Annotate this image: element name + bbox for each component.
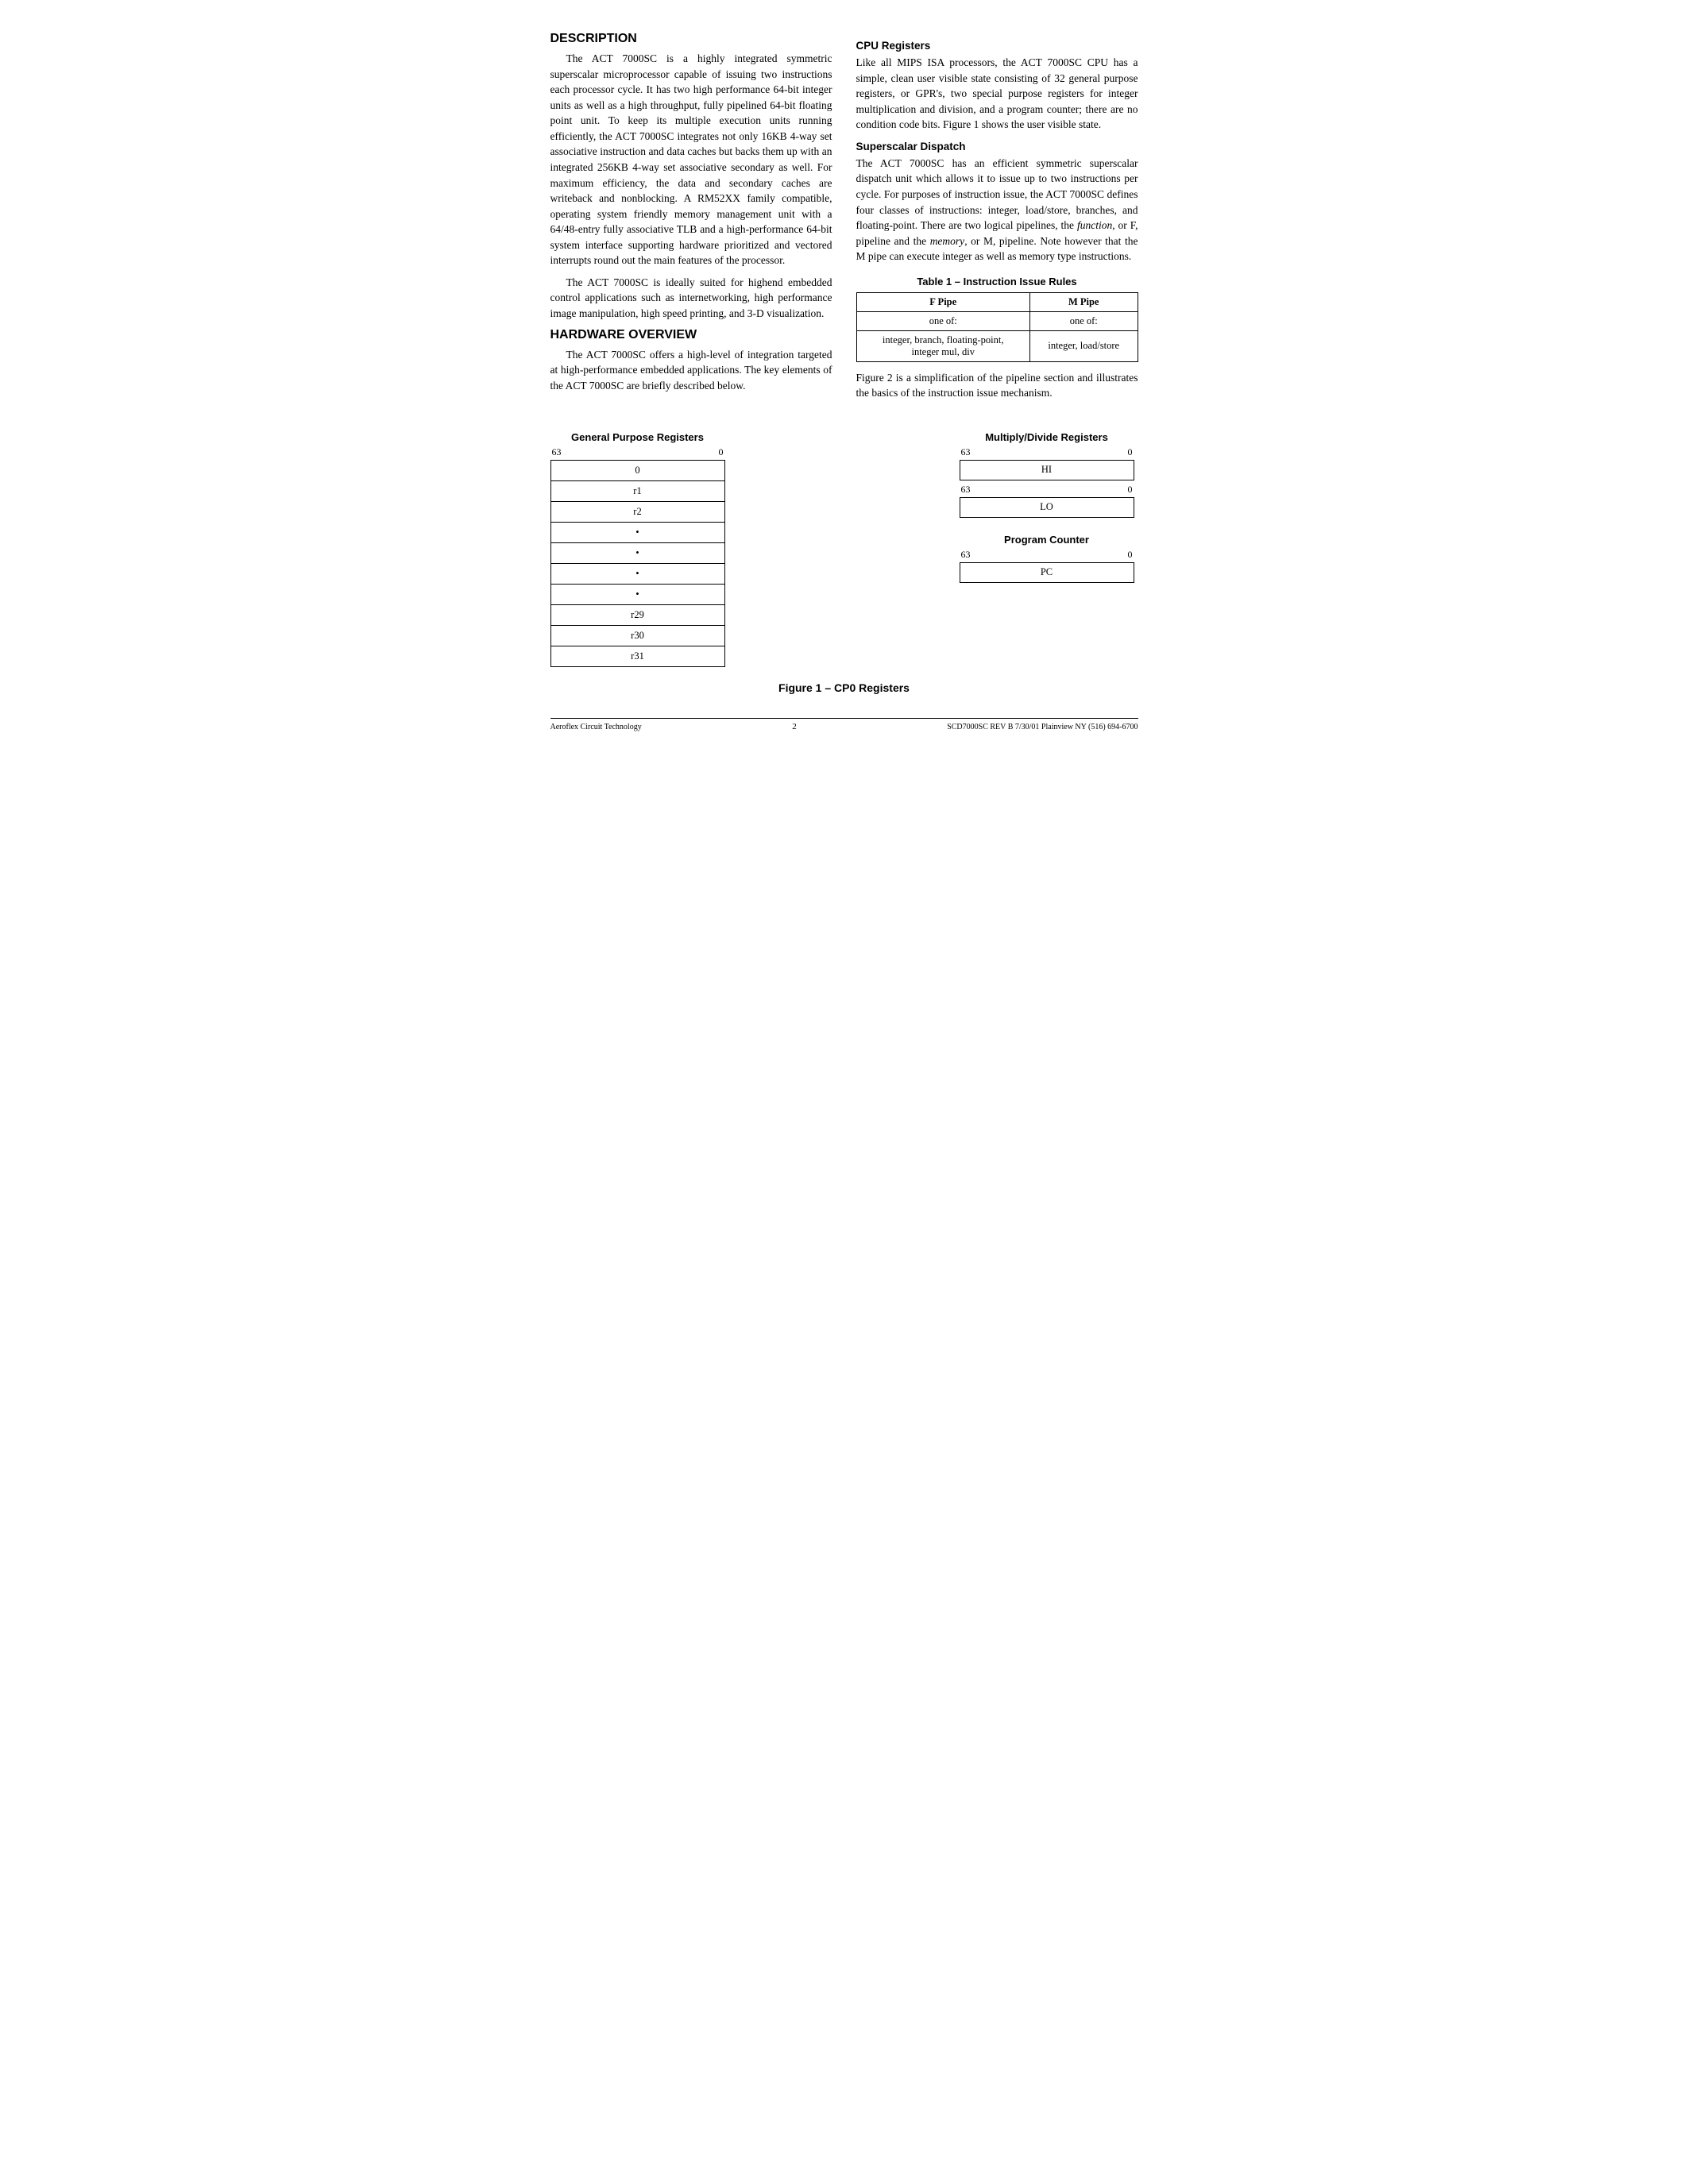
program-counter-title: Program Counter — [1004, 534, 1089, 546]
pc-register: PC — [960, 562, 1134, 583]
hi-scale-left: 63 — [961, 446, 971, 458]
right-column: CPU Registers Like all MIPS ISA processo… — [856, 32, 1138, 407]
gpr-row-9: r31 — [550, 646, 724, 666]
gpr-row-4: • — [550, 542, 724, 563]
footer-left: Aeroflex Circuit Technology — [550, 723, 642, 731]
figure2-desc: Figure 2 is a simplification of the pipe… — [856, 370, 1138, 401]
lo-label: LO — [1040, 501, 1053, 513]
table-cell-fpipe: integer, branch, floating-point,integer … — [856, 330, 1029, 361]
program-counter-group: Program Counter 63 0 PC — [956, 534, 1138, 583]
table-header-mpipe: M Pipe — [1029, 292, 1138, 311]
gpr-table: 0 r1 r2 • • • • r29 r30 r31 — [550, 460, 725, 667]
footer-center: 2 — [792, 722, 797, 731]
instruction-issue-table-section: Table 1 – Instruction Issue Rules F Pipe… — [856, 276, 1138, 362]
lo-register: LO — [960, 497, 1134, 518]
gpr-row-1: r1 — [550, 480, 724, 501]
left-column: DESCRIPTION The ACT 7000SC is a highly i… — [550, 32, 832, 407]
description-para-1: The ACT 7000SC is a highly integrated sy… — [550, 51, 832, 268]
hi-register: HI — [960, 460, 1134, 480]
lo-scale-left: 63 — [961, 484, 971, 496]
hi-scale-right: 0 — [1128, 446, 1133, 458]
table-title: Table 1 – Instruction Issue Rules — [856, 276, 1138, 287]
gpr-row-2: r2 — [550, 501, 724, 522]
footer: Aeroflex Circuit Technology 2 SCD7000SC … — [550, 718, 1138, 731]
table-row: r29 — [550, 604, 724, 625]
gpr-group: General Purpose Registers 63 0 0 r1 r2 •… — [550, 431, 725, 667]
multiply-divide-title: Multiply/Divide Registers — [985, 431, 1108, 443]
hardware-overview-para: The ACT 7000SC offers a high-level of in… — [550, 347, 832, 394]
table-header-fpipe: F Pipe — [856, 292, 1029, 311]
registers-container: General Purpose Registers 63 0 0 r1 r2 •… — [550, 431, 1138, 667]
gpr-scale: 63 0 — [550, 446, 725, 458]
lo-scale-right: 0 — [1128, 484, 1133, 496]
instruction-issue-table: F Pipe M Pipe one of: one of: integer, b… — [856, 292, 1138, 362]
two-column-layout: DESCRIPTION The ACT 7000SC is a highly i… — [550, 32, 1138, 407]
pc-scale-right: 0 — [1128, 549, 1133, 561]
table-row: • — [550, 584, 724, 604]
table-row: r1 — [550, 480, 724, 501]
pc-scale: 63 0 — [960, 549, 1134, 561]
description-title: DESCRIPTION — [550, 32, 832, 46]
table-subheader-fpipe: one of: — [856, 311, 1029, 330]
table-cell-mpipe: integer, load/store — [1029, 330, 1138, 361]
table-subheader-mpipe: one of: — [1029, 311, 1138, 330]
gpr-row-5: • — [550, 563, 724, 584]
gpr-row-8: r30 — [550, 625, 724, 646]
table-row: • — [550, 522, 724, 542]
hardware-overview-title: HARDWARE OVERVIEW — [550, 328, 832, 342]
gpr-row-6: • — [550, 584, 724, 604]
gpr-scale-left: 63 — [552, 446, 562, 458]
gpr-row-3: • — [550, 522, 724, 542]
superscalar-dispatch-title: Superscalar Dispatch — [856, 141, 1138, 152]
page: DESCRIPTION The ACT 7000SC is a highly i… — [550, 32, 1138, 731]
gpr-row-7: r29 — [550, 604, 724, 625]
cpu-registers-para: Like all MIPS ISA processors, the ACT 70… — [856, 55, 1138, 133]
description-para-2: The ACT 7000SC is ideally suited for hig… — [550, 275, 832, 322]
footer-right: SCD7000SC REV B 7/30/01 Plainview NY (51… — [947, 723, 1138, 731]
table-row: r2 — [550, 501, 724, 522]
multiply-divide-group: Multiply/Divide Registers 63 0 HI 63 0 L… — [956, 431, 1138, 518]
table-row: r31 — [550, 646, 724, 666]
table-row: 0 — [550, 460, 724, 480]
hi-label: HI — [1041, 464, 1052, 476]
table-row: r30 — [550, 625, 724, 646]
lo-scale: 63 0 — [960, 484, 1134, 496]
pc-label: PC — [1041, 566, 1053, 578]
table-row: • — [550, 563, 724, 584]
hi-scale: 63 0 — [960, 446, 1134, 458]
pc-scale-left: 63 — [961, 549, 971, 561]
cpu-registers-title: CPU Registers — [856, 40, 1138, 52]
figure-section: General Purpose Registers 63 0 0 r1 r2 •… — [550, 431, 1138, 694]
gpr-title: General Purpose Registers — [571, 431, 704, 443]
table-row: • — [550, 542, 724, 563]
gpr-row-0: 0 — [550, 460, 724, 480]
gpr-scale-right: 0 — [719, 446, 724, 458]
superscalar-dispatch-para: The ACT 7000SC has an efficient symmetri… — [856, 156, 1138, 264]
right-registers: Multiply/Divide Registers 63 0 HI 63 0 L… — [956, 431, 1138, 583]
figure-caption: Figure 1 – CP0 Registers — [550, 681, 1138, 694]
